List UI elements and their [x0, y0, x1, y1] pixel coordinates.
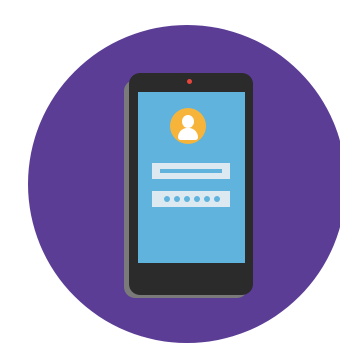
password-dot [184, 196, 190, 202]
password-dot [204, 196, 210, 202]
user-avatar-icon [170, 108, 206, 144]
username-field[interactable] [152, 163, 230, 179]
avatar-body [178, 128, 198, 140]
password-dot [214, 196, 220, 202]
front-camera-icon [187, 79, 192, 84]
username-placeholder-bar [160, 169, 222, 173]
avatar-head [182, 115, 194, 128]
password-mask [164, 194, 220, 202]
password-dot [194, 196, 200, 202]
password-dot [174, 196, 180, 202]
password-field[interactable] [152, 191, 230, 207]
password-dot [164, 196, 170, 202]
